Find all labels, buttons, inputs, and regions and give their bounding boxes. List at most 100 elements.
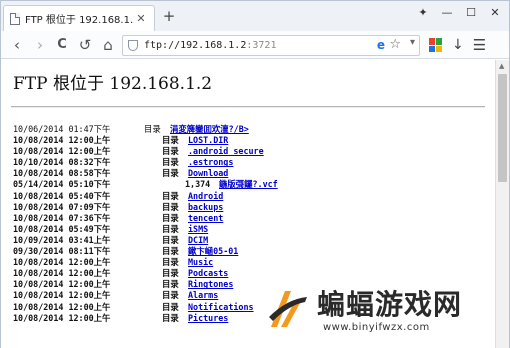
entry-date: 10/08/2014 05:49下午 [13,223,111,234]
listing-row: 10/08/2014 07:09下午 目录 backups [13,202,483,213]
close-window-button[interactable]: ✕ [487,6,503,19]
entry-date: 10/08/2014 12:00上午 [13,312,111,323]
entry-link[interactable]: 鍦版彁鑼?.vcf [219,179,278,190]
entry-link[interactable]: Alarms [188,290,218,301]
listing-row: 10/10/2014 08:32下午 目录 .estrongs [13,157,483,168]
entry-link[interactable]: iSMS [188,224,208,235]
minimize-button[interactable]: — [439,6,455,19]
entry-date: 10/08/2014 12:00上午 [13,279,111,290]
entry-date: 10/09/2014 03:41上午 [13,234,111,245]
entry-link[interactable]: .android_secure [188,146,264,157]
new-tab-button[interactable]: + [161,9,177,25]
entry-type: 目录 [162,290,179,301]
entry-type: 目录 [162,268,179,279]
entry-type: 目录 [162,257,179,268]
entry-type: 目录 [162,157,179,168]
back-icon[interactable]: ‹ [8,35,26,55]
browser-window: FTP 根位于 192.168.1.2 ✕ + ✦ — ☐ ✕ ‹ › C ↺ … [0,0,510,348]
dropdown-icon[interactable]: ▾ [410,37,415,48]
entry-type: 目录 [162,301,179,312]
star-icon[interactable]: ☆ [389,37,401,52]
entry-link[interactable]: Android [188,191,223,202]
listing-row: 10/08/2014 08:58下午 目录 Download [13,168,483,179]
entry-type: 目录 [162,223,179,234]
entry-date: 10/08/2014 12:00上午 [13,135,111,146]
listing-row: 10/08/2014 12:00上午 目录 Music [13,257,483,268]
entry-link[interactable]: backups [188,202,223,213]
entry-link[interactable]: Pictures [188,313,228,324]
ie-icon[interactable]: e [377,38,385,52]
entry-link[interactable]: 鏉卞崡05-01 [188,246,238,257]
shield-icon [128,40,138,51]
listing-row: 10/08/2014 05:40下午 目录 Android [13,191,483,202]
entry-link[interactable]: .estrongs [188,157,233,168]
entry-type: 目录 [162,234,179,245]
listing-row: 09/30/2014 08:11下午 目录 鏉卞崡05-01 [13,246,483,257]
entry-date: 10/08/2014 05:40下午 [13,190,111,201]
entry-link[interactable]: Download [188,168,228,179]
entry-date: 10/08/2014 12:00上午 [13,290,111,301]
scroll-up-icon[interactable]: ▲ [499,62,504,70]
entry-link[interactable]: 涓変簰鑾囬欢澶?/B> [170,124,249,135]
entry-link[interactable]: Notifications [188,302,254,313]
tab-title: FTP 根位于 192.168.1.2 [25,15,134,26]
download-icon[interactable]: ↓ [452,35,464,55]
watermark-name: 蝙蝠游戏网 [317,288,463,321]
page-title: FTP 根位于 192.168.1.2 [13,74,213,94]
entry-link[interactable]: Ringtones [188,279,233,290]
listing-row: 10/06/2014 01:47下午 目录 涓変簰鑾囬欢澶?/B> [13,124,483,135]
forward-icon[interactable]: › [31,35,49,55]
listing-row: 10/08/2014 12:00上午 目录 LOST.DIR [13,135,483,146]
listing-row: 10/08/2014 05:49下午 目录 iSMS [13,224,483,235]
address-port: :3721 [246,40,277,51]
entry-size: 1,374 [185,179,211,190]
watermark-logo [269,291,307,327]
divider [11,106,485,108]
tab-strip: FTP 根位于 192.168.1.2 ✕ + ✦ — ☐ ✕ [1,1,509,31]
maximize-button[interactable]: ☐ [463,6,479,19]
watermark-url: www.binyifwzx.com [323,322,430,333]
entry-link[interactable]: Podcasts [188,268,228,279]
page-icon [10,12,20,25]
vertical-scrollbar[interactable]: ▲ [495,60,509,348]
address-host: ftp://192.168.1.2 [144,40,247,51]
entry-type: 目录 [162,212,179,223]
entry-date: 10/08/2014 07:36下午 [13,212,111,223]
scrollbar-thumb[interactable] [498,74,507,182]
navigation-toolbar: ‹ › C ↺ ⌂ ftp://192.168.1.2:3721 e ☆ ▾ ↓… [1,31,509,59]
undo-icon[interactable]: ↺ [76,35,94,55]
entry-date: 10/08/2014 12:00上午 [13,268,111,279]
entry-date: 10/10/2014 08:32下午 [13,157,111,168]
pin-icon[interactable]: ✦ [415,6,431,19]
entry-date: 10/08/2014 12:00上午 [13,146,111,157]
apps-grid-icon[interactable] [429,38,443,52]
tab-ftp-root[interactable]: FTP 根位于 192.168.1.2 ✕ [3,5,155,31]
entry-date: 10/08/2014 08:58下午 [13,168,111,179]
entry-date: 10/08/2014 07:09下午 [13,201,111,212]
entry-type: 目录 [162,168,179,179]
entry-link[interactable]: tencent [188,213,223,224]
window-controls: ✦ — ☐ ✕ [415,6,503,19]
entry-type: 目录 [162,146,179,157]
entry-link[interactable]: DCIM [188,235,208,246]
reload-icon[interactable]: C [53,35,71,55]
listing-row: 10/09/2014 03:41上午 目录 DCIM [13,235,483,246]
toolbar-right: ↓ ☰ [429,35,486,55]
entry-type: 目录 [162,312,179,323]
home-icon[interactable]: ⌂ [99,35,117,55]
entry-type: 目录 [162,246,179,257]
entry-type: 目录 [162,279,179,290]
address-bar[interactable]: ftp://192.168.1.2:3721 e ☆ ▾ [122,35,420,56]
entry-date: 05/14/2014 05:10下午 [13,179,111,190]
entry-date: 10/08/2014 12:00上午 [13,301,111,312]
close-tab-icon[interactable]: ✕ [134,12,148,25]
entry-link[interactable]: Music [188,257,213,268]
entry-type: 目录 [162,135,179,146]
entry-date: 09/30/2014 08:11下午 [13,246,111,257]
entry-link[interactable]: LOST.DIR [188,135,228,146]
entry-type: 目录 [144,124,161,134]
listing-row: 05/14/2014 05:10下午 1,374 鍦版彁鑼?.vcf [13,179,483,190]
listing-row: 10/08/2014 07:36下午 目录 tencent [13,213,483,224]
menu-icon[interactable]: ☰ [473,35,486,55]
entry-type: 目录 [162,201,179,212]
